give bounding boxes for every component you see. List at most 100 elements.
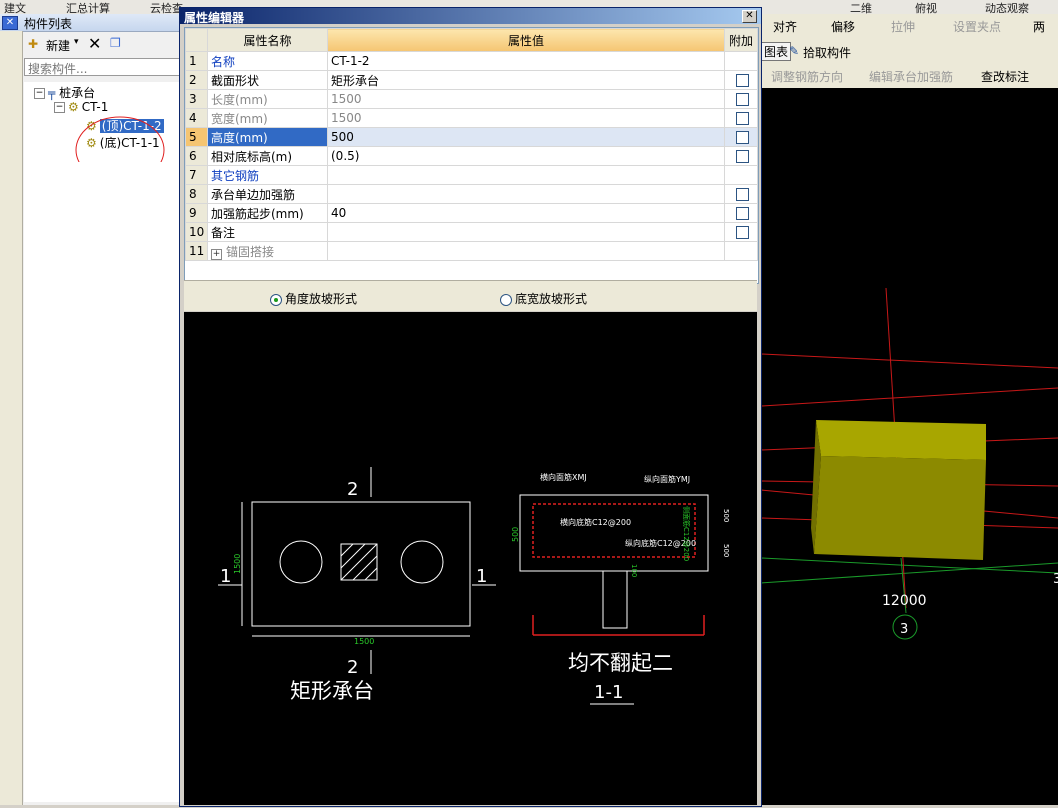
property-value[interactable]: (0.5) xyxy=(327,146,725,166)
extra-checkbox[interactable] xyxy=(736,207,749,220)
property-row-selected[interactable]: 5 高度(mm) 500 xyxy=(185,127,758,147)
property-row[interactable]: 7 其它钢筋 xyxy=(185,165,758,185)
toolbar-item[interactable]: 二维 xyxy=(850,0,872,14)
toolbar-item[interactable]: 两 xyxy=(1033,18,1045,35)
collapse-icon[interactable]: − xyxy=(34,88,45,99)
axis-label: 3 xyxy=(1053,572,1058,587)
axis-label: 3 xyxy=(900,622,908,637)
close-icon[interactable]: ✕ xyxy=(742,10,757,23)
edit-cap-rebar-button[interactable]: 编辑承台加强筋 xyxy=(869,68,953,85)
property-name: 高度(mm) xyxy=(207,127,328,147)
dropdown-arrow-icon[interactable]: ▾ xyxy=(74,37,79,47)
table-button[interactable]: 图表 xyxy=(761,42,792,61)
dialog-title: 属性编辑器 xyxy=(184,11,245,25)
grid-line xyxy=(760,387,1058,407)
row-num-header xyxy=(185,28,208,52)
property-value[interactable]: 1500 xyxy=(327,89,725,109)
extra-checkbox[interactable] xyxy=(736,131,749,144)
rebar-cage xyxy=(532,503,696,558)
cap-outline xyxy=(251,501,471,627)
extra-cell xyxy=(724,127,758,147)
pick-component-button[interactable]: 拾取构件 xyxy=(803,44,851,61)
property-row[interactable]: 2 截面形状 矩形承台 xyxy=(185,70,758,90)
align-button[interactable]: 对齐 xyxy=(773,18,797,35)
extra-cell xyxy=(724,89,758,109)
offset-button[interactable]: 偏移 xyxy=(831,18,855,35)
row-number: 5 xyxy=(185,127,208,147)
property-value[interactable]: 500 xyxy=(327,127,725,147)
copy-icon[interactable]: ❐ xyxy=(110,36,121,50)
tree-root-label: 桩承台 xyxy=(59,86,96,100)
collapse-icon[interactable]: − xyxy=(54,102,65,113)
property-value[interactable] xyxy=(327,165,725,185)
tree-root[interactable]: − ╤ 桩承台 xyxy=(34,84,95,101)
radio-bottom-width-slope[interactable]: 底宽放坡形式 xyxy=(500,290,587,307)
dimension-text: 1500 xyxy=(354,637,374,646)
row-number: 11 xyxy=(185,241,208,261)
property-value[interactable]: 1500 xyxy=(327,108,725,128)
property-name: 锚固搭接 xyxy=(226,244,275,259)
property-name: 名称 xyxy=(207,51,328,71)
hatch-line xyxy=(340,543,366,569)
extra-checkbox[interactable] xyxy=(736,112,749,125)
grid-header-row: 属性名称 属性值 附加 xyxy=(185,28,758,52)
dimension-text: 100 xyxy=(630,564,638,577)
delete-icon[interactable]: ✕ xyxy=(88,34,101,53)
edit-toolbar: 对齐 偏移 拉伸 设置夹点 两 xyxy=(761,14,1058,40)
row-number: 10 xyxy=(185,222,208,242)
row-number: 9 xyxy=(185,203,208,223)
new-icon: ✚ xyxy=(28,37,39,51)
extra-cell xyxy=(724,70,758,90)
property-value[interactable] xyxy=(327,222,725,242)
row-number: 1 xyxy=(185,51,208,71)
property-value[interactable]: CT-1-2 xyxy=(327,51,725,71)
property-value[interactable] xyxy=(327,184,725,204)
close-icon[interactable]: ✕ xyxy=(2,16,18,30)
check-annotation-button[interactable]: 查改标注 xyxy=(981,68,1029,85)
toolbar-item[interactable]: 动态观察 xyxy=(985,0,1029,14)
drawing-viewport[interactable]: 12000 3 3 xyxy=(760,88,1058,805)
dialog-titlebar[interactable]: 属性编辑器 ✕ xyxy=(180,8,761,25)
property-row[interactable]: 8 承台单边加强筋 xyxy=(185,184,758,204)
toolbar-item[interactable]: 汇总计算 xyxy=(66,0,110,14)
toolbar-item[interactable]: 俯视 xyxy=(915,0,937,14)
hatch-line xyxy=(340,543,354,557)
rebar-label: 横向面筋XMJ xyxy=(540,472,587,482)
hatch-line xyxy=(352,555,378,581)
cut-label: 2 xyxy=(347,657,358,678)
property-row[interactable]: 11 + 锚固搭接 xyxy=(185,241,758,261)
extra-checkbox[interactable] xyxy=(736,150,749,163)
property-value[interactable]: 40 xyxy=(327,203,725,223)
search-input[interactable]: 搜索构件... xyxy=(24,58,180,76)
extra-checkbox[interactable] xyxy=(736,226,749,239)
rebar-label: 侧面筋C12@200 xyxy=(682,506,691,561)
property-row[interactable]: 9 加强筋起步(mm) 40 xyxy=(185,203,758,223)
property-name: 宽度(mm) xyxy=(207,108,328,128)
hatch-line xyxy=(364,567,378,581)
adjust-rebar-button[interactable]: 调整钢筋方向 xyxy=(771,68,843,85)
property-row[interactable]: 1 名称 CT-1-2 xyxy=(185,51,758,71)
radio-selected-icon[interactable] xyxy=(270,293,282,306)
property-row[interactable]: 10 备注 xyxy=(185,222,758,242)
radio-label: 角度放坡形式 xyxy=(285,292,358,306)
extra-checkbox[interactable] xyxy=(736,188,749,201)
extra-checkbox[interactable] xyxy=(736,74,749,87)
property-name: 其它钢筋 xyxy=(207,165,328,185)
grip-button[interactable]: 设置夹点 xyxy=(953,18,1001,35)
property-row[interactable]: 6 相对底标高(m) (0.5) xyxy=(185,146,758,166)
property-value[interactable]: 矩形承台 xyxy=(327,70,725,90)
extra-cell xyxy=(724,146,758,166)
extra-checkbox[interactable] xyxy=(736,93,749,106)
radio-icon[interactable] xyxy=(500,293,512,306)
stretch-button[interactable]: 拉伸 xyxy=(891,18,915,35)
cut-label: 1 xyxy=(476,566,487,587)
property-row[interactable]: 3 长度(mm) 1500 xyxy=(185,89,758,109)
property-value[interactable] xyxy=(327,241,725,261)
property-name: 截面形状 xyxy=(207,70,328,90)
toolbar-item[interactable]: 建文 xyxy=(4,0,26,14)
property-row[interactable]: 4 宽度(mm) 1500 xyxy=(185,108,758,128)
new-button[interactable]: 新建 xyxy=(46,37,70,54)
extra-cell xyxy=(724,222,758,242)
expand-icon[interactable]: + xyxy=(211,248,222,260)
radio-angle-slope[interactable]: 角度放坡形式 xyxy=(270,290,357,307)
